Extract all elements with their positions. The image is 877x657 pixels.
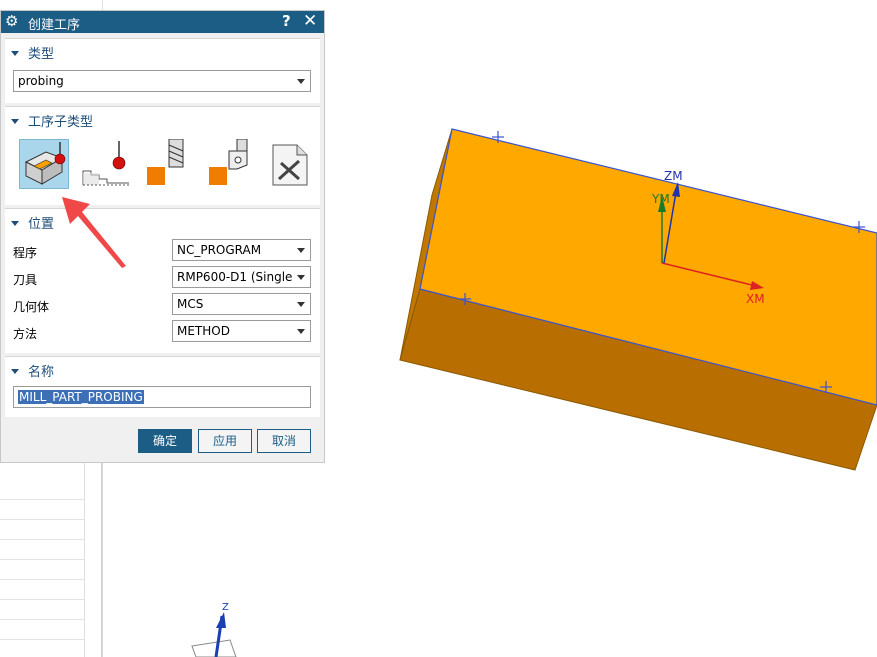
ok-button[interactable]: 确定 <box>138 429 192 453</box>
gear-icon[interactable]: ⚙ <box>5 12 18 30</box>
name-section-header[interactable]: 名称 <box>11 361 54 380</box>
geometry-select[interactable]: MCS <box>172 293 311 315</box>
chevron-down-icon <box>297 275 305 280</box>
close-icon[interactable]: ✕ <box>303 11 317 31</box>
create-operation-dialog: ⚙ 创建工序 ? ✕ 类型 probing 工序子类型 位置 程序 NC_PRO… <box>0 10 325 463</box>
type-section: 类型 probing <box>5 38 320 103</box>
xm-axis-label: XM <box>746 292 765 306</box>
chevron-down-icon <box>297 248 305 253</box>
tool-select[interactable]: RMP600-D1 (Single <box>172 266 311 288</box>
wcs-triad: Z <box>191 602 237 657</box>
z-axis-label: Z <box>222 602 229 613</box>
user-defined-icon[interactable] <box>267 139 317 189</box>
location-section-header[interactable]: 位置 <box>11 213 54 232</box>
type-section-header[interactable]: 类型 <box>11 43 54 62</box>
probe-tool-length-icon[interactable] <box>143 138 193 189</box>
method-label: 方法 <box>13 327 38 341</box>
program-label: 程序 <box>13 246 38 260</box>
type-select[interactable]: probing <box>13 70 311 92</box>
chevron-down-icon <box>297 329 305 334</box>
geometry-label: 几何体 <box>13 300 50 314</box>
collapse-triangle-icon[interactable] <box>11 51 19 56</box>
tool-label: 刀具 <box>13 273 38 287</box>
chevron-down-icon <box>297 79 305 84</box>
probe-part-icon[interactable] <box>19 139 69 189</box>
collapse-triangle-icon[interactable] <box>11 119 19 124</box>
help-icon[interactable]: ? <box>282 12 291 30</box>
chevron-down-icon <box>297 302 305 307</box>
dialog-title: 创建工序 <box>28 18 81 33</box>
method-select[interactable]: METHOD <box>172 320 311 342</box>
apply-button[interactable]: 应用 <box>198 429 252 453</box>
location-section: 位置 程序 NC_PROGRAM 刀具 RMP600-D1 (Single 几何… <box>5 208 320 353</box>
ym-axis-label: YM <box>651 192 670 206</box>
program-select[interactable]: NC_PROGRAM <box>172 239 311 261</box>
probe-step-icon[interactable] <box>81 139 131 189</box>
cancel-button[interactable]: 取消 <box>257 429 311 453</box>
subtype-section: 工序子类型 <box>5 106 320 205</box>
collapse-triangle-icon[interactable] <box>11 369 19 374</box>
subtype-section-header[interactable]: 工序子类型 <box>11 111 93 130</box>
zm-axis-label: ZM <box>664 169 683 183</box>
operation-name-field[interactable]: MILL_PART_PROBING <box>13 386 311 408</box>
dialog-titlebar[interactable]: ⚙ 创建工序 ? ✕ <box>1 11 324 33</box>
probe-tool-radius-icon[interactable] <box>205 138 255 189</box>
collapse-triangle-icon[interactable] <box>11 221 19 226</box>
